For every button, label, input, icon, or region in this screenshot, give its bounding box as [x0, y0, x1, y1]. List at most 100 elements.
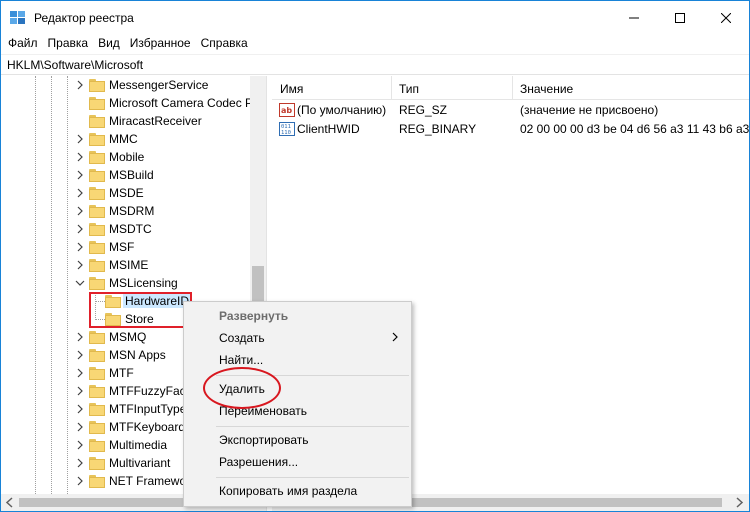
- submenu-arrow-icon: [392, 332, 398, 342]
- chevron-right-icon[interactable]: [75, 184, 85, 202]
- folder-icon: [89, 457, 105, 470]
- tree-item-label: Microsoft Camera Codec P: [109, 96, 254, 110]
- column-divider[interactable]: [391, 76, 392, 100]
- chevron-right-icon[interactable]: [75, 400, 85, 418]
- tree-item-label: MMC: [109, 132, 138, 146]
- menu-item-expand[interactable]: Развернуть: [186, 305, 411, 327]
- chevron-right-icon[interactable]: [75, 238, 85, 256]
- menu-edit[interactable]: Правка: [43, 34, 94, 53]
- chevron-right-icon[interactable]: [75, 418, 85, 436]
- column-name[interactable]: Имя: [280, 82, 303, 96]
- value-row[interactable]: 011 110 ClientHWID REG_BINARY 02 00 00 0…: [272, 120, 750, 138]
- chevron-right-icon[interactable]: [75, 346, 85, 364]
- value-data: (значение не присвоено): [520, 103, 659, 117]
- tree-item-label: MessengerService: [109, 78, 209, 92]
- folder-icon: [89, 133, 105, 146]
- chevron-right-icon[interactable]: [75, 436, 85, 454]
- tree-item-label: Multimedia: [109, 438, 168, 452]
- tree-item-label: MSMQ: [109, 330, 147, 344]
- value-row[interactable]: ab (По умолчанию) REG_SZ (значение не пр…: [272, 101, 749, 119]
- title-bar[interactable]: Редактор реестра: [1, 1, 749, 34]
- value-data: 02 00 00 00 d3 be 04 d6 56 a3 11 43 b6 a…: [520, 122, 750, 136]
- highlight-rectangle: [89, 292, 192, 328]
- chevron-right-icon[interactable]: [75, 256, 85, 274]
- tree-item-label: Mobile: [109, 150, 145, 164]
- value-type: REG_SZ: [399, 103, 448, 117]
- menu-help[interactable]: Справка: [196, 34, 253, 53]
- chevron-right-icon[interactable]: [75, 472, 85, 490]
- menu-item-label: Разрешения...: [219, 455, 299, 469]
- chevron-right-icon[interactable]: [75, 382, 85, 400]
- menu-item-copy-key-name[interactable]: Копировать имя раздела: [186, 480, 411, 502]
- chevron-right-icon[interactable]: [75, 148, 85, 166]
- registry-editor-icon: [10, 11, 25, 24]
- tree-item-label: MiracastReceiver: [109, 114, 202, 128]
- tree-item[interactable]: MSDE: [1, 184, 251, 202]
- folder-icon: [89, 349, 105, 362]
- tree-item[interactable]: MSDRM: [1, 202, 251, 220]
- tree-item[interactable]: Microsoft Camera Codec P: [1, 94, 254, 112]
- column-type[interactable]: Тип: [399, 82, 419, 96]
- chevron-right-icon[interactable]: [75, 202, 85, 220]
- tree-item-label: MSIME: [109, 258, 149, 272]
- tree-item[interactable]: MSLicensing: [1, 274, 251, 292]
- tree-item[interactable]: MSBuild: [1, 166, 251, 184]
- menu-item-label: Развернуть: [219, 309, 289, 323]
- folder-icon: [89, 169, 105, 182]
- column-divider[interactable]: [512, 76, 513, 100]
- chevron-right-icon[interactable]: [75, 166, 85, 184]
- tree-item-label: Multivariant: [109, 456, 171, 470]
- chevron-right-icon[interactable]: [75, 130, 85, 148]
- address-path[interactable]: HKLM\Software\Microsoft: [7, 58, 143, 72]
- scroll-right-icon[interactable]: [734, 497, 744, 508]
- address-bar[interactable]: HKLM\Software\Microsoft: [1, 54, 749, 75]
- highlight-ellipse: [203, 367, 281, 409]
- tree-item-label: NET Framewo: [109, 474, 187, 488]
- svg-text:110: 110: [281, 130, 291, 136]
- chevron-right-icon[interactable]: [75, 364, 85, 382]
- close-button[interactable]: [703, 1, 749, 34]
- tree-item-label: MTFFuzzyFact: [109, 384, 189, 398]
- folder-icon: [89, 367, 105, 380]
- tree-item-label: MSBuild: [109, 168, 154, 182]
- menu-favorites[interactable]: Избранное: [125, 34, 196, 53]
- tree-item[interactable]: MSIME: [1, 256, 251, 274]
- folder-icon: [89, 115, 105, 128]
- menu-item-find[interactable]: Найти...: [186, 349, 411, 371]
- menu-item-create[interactable]: Создать: [186, 327, 411, 349]
- menu-item-permissions[interactable]: Разрешения...: [186, 451, 411, 473]
- tree-item[interactable]: MessengerService: [1, 76, 251, 94]
- maximize-icon: [675, 12, 685, 23]
- tree-item-label: MTF: [109, 366, 134, 380]
- menu-separator: [216, 477, 409, 478]
- tree-item[interactable]: MMC: [1, 130, 251, 148]
- tree-item[interactable]: MiracastReceiver: [1, 112, 251, 130]
- menu-view[interactable]: Вид: [93, 34, 125, 53]
- folder-icon: [89, 277, 105, 290]
- tree-item-label: MSLicensing: [109, 276, 178, 290]
- tree-item[interactable]: MSDTC: [1, 220, 251, 238]
- folder-icon: [89, 403, 105, 416]
- tree-item[interactable]: MSF: [1, 238, 251, 256]
- folder-icon: [89, 151, 105, 164]
- menu-item-export[interactable]: Экспортировать: [186, 429, 411, 451]
- tree-item-label: MSN Apps: [109, 348, 166, 362]
- chevron-right-icon[interactable]: [75, 454, 85, 472]
- menu-file[interactable]: Файл: [1, 34, 43, 53]
- value-type: REG_BINARY: [399, 122, 477, 136]
- tree-horizontal-scroll-thumb[interactable]: [19, 498, 189, 507]
- folder-icon: [89, 331, 105, 344]
- maximize-button[interactable]: [657, 1, 703, 34]
- chevron-right-icon[interactable]: [75, 328, 85, 346]
- menu-item-label: Найти...: [219, 353, 264, 367]
- column-value[interactable]: Значение: [520, 82, 573, 96]
- scroll-left-icon[interactable]: [5, 497, 15, 508]
- tree-item-label: MSDRM: [109, 204, 155, 218]
- tree-item[interactable]: Mobile: [1, 148, 251, 166]
- chevron-down-icon[interactable]: [75, 274, 85, 292]
- chevron-right-icon[interactable]: [75, 220, 85, 238]
- minimize-button[interactable]: [611, 1, 657, 34]
- chevron-right-icon[interactable]: [75, 76, 85, 94]
- tree-item-label: MSDTC: [109, 222, 152, 236]
- list-header: Имя Тип Значение: [272, 76, 749, 100]
